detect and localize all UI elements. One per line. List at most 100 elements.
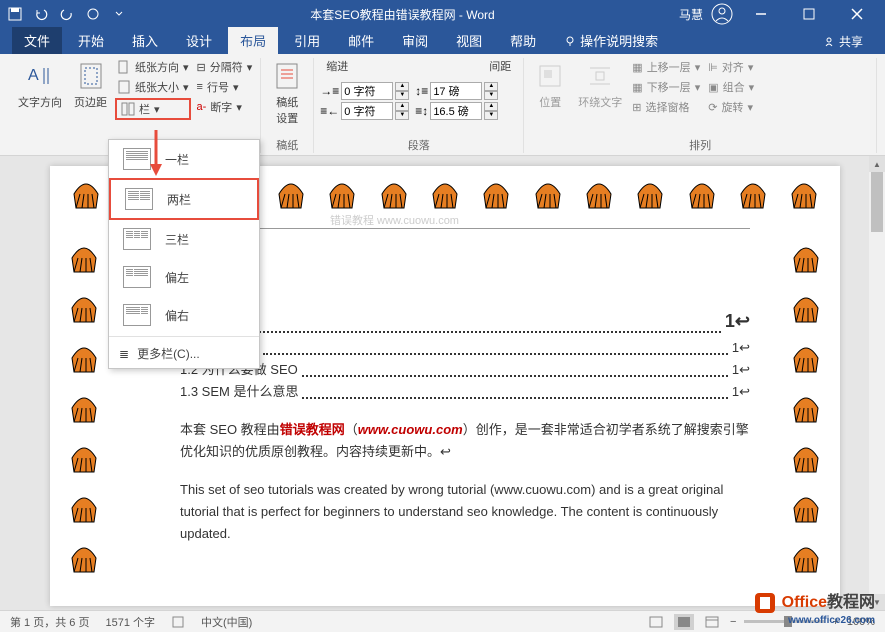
space-before-input[interactable] — [430, 82, 482, 100]
user-avatar[interactable] — [711, 3, 733, 25]
tab-review[interactable]: 审阅 — [390, 27, 440, 54]
paragraph-1: 本套 SEO 教程由错误教程网（www.cuowu.com）创作，是一套非常适合… — [180, 419, 750, 463]
spell-check-icon[interactable] — [171, 615, 185, 629]
align-icon: ⊫ — [708, 61, 718, 74]
tab-insert[interactable]: 插入 — [120, 27, 170, 54]
indent-right[interactable]: ≡← ▲▼ — [320, 102, 409, 120]
space-before[interactable]: ↕≡▲▼ — [415, 82, 498, 100]
toc-item: 1.2 为什么要做 SEO1↩ — [180, 359, 750, 381]
columns-two[interactable]: 两栏 — [109, 178, 259, 220]
close-button[interactable] — [837, 0, 877, 28]
wrap-icon — [584, 60, 616, 92]
space-after[interactable]: ≡↕▲▼ — [415, 102, 498, 120]
page-indicator[interactable]: 第 1 页，共 6 页 — [10, 614, 89, 630]
columns-three[interactable]: 三栏 — [109, 220, 259, 258]
undo-icon[interactable] — [34, 7, 48, 21]
toc-item: 1.3 SEM 是什么意思1↩ — [180, 381, 750, 403]
watermark-logo: Office教程网 www.office26.com — [753, 588, 875, 626]
indent-right-input[interactable] — [341, 102, 393, 120]
muffin-icon — [374, 172, 414, 212]
maximize-button[interactable] — [789, 0, 829, 28]
manuscript-icon — [271, 60, 303, 92]
language-indicator[interactable]: 中文(中国) — [201, 614, 252, 630]
rotate-button: ⟳旋转 ▾ — [706, 98, 756, 116]
spin-up[interactable]: ▲ — [484, 102, 498, 111]
breaks-button[interactable]: ⊟分隔符 ▾ — [195, 58, 255, 76]
scroll-thumb[interactable] — [871, 172, 883, 232]
tab-tellme[interactable]: 操作说明搜索 — [552, 27, 670, 54]
tab-file[interactable]: 文件 — [12, 27, 62, 54]
line-numbers-icon: ≡ — [197, 81, 203, 93]
indent-right-icon: ≡← — [320, 104, 339, 118]
tab-home[interactable]: 开始 — [66, 27, 116, 54]
qat-dropdown-icon[interactable] — [112, 7, 126, 21]
word-count[interactable]: 1571 个字 — [105, 614, 155, 630]
titlebar: 本套SEO教程由错误教程网 - Word 马慧 — [0, 0, 885, 28]
forward-icon: ▦ — [632, 61, 642, 74]
text-direction-button[interactable]: A 文字方向 — [14, 58, 66, 112]
scroll-up-button[interactable]: ▲ — [869, 156, 885, 172]
size-button[interactable]: 纸张大小 ▾ — [115, 78, 191, 96]
user-name[interactable]: 马慧 — [679, 6, 703, 23]
orientation-button[interactable]: 纸张方向 ▾ — [115, 58, 191, 76]
zoom-out-button[interactable]: − — [730, 616, 736, 628]
tab-layout[interactable]: 布局 — [228, 27, 278, 54]
columns-one[interactable]: 一栏 — [109, 140, 259, 178]
manuscript-button[interactable]: 稿纸 设置 — [267, 58, 307, 128]
touch-icon[interactable] — [86, 7, 100, 21]
tab-design[interactable]: 设计 — [174, 27, 224, 54]
save-icon[interactable] — [8, 7, 22, 21]
columns-button[interactable]: 栏 ▾ — [115, 98, 191, 120]
tab-help[interactable]: 帮助 — [498, 27, 548, 54]
indent-left-input[interactable] — [341, 82, 393, 100]
indent-left[interactable]: →≡▲▼ — [320, 82, 409, 100]
bring-forward-button: ▦上移一层 ▾ — [630, 58, 702, 76]
header-line — [180, 228, 750, 229]
muffin-icon — [579, 172, 619, 212]
print-layout-button[interactable] — [674, 614, 694, 630]
minimize-button[interactable] — [741, 0, 781, 28]
share-button[interactable]: 共享 — [813, 29, 873, 54]
selection-pane-button[interactable]: ⊞选择窗格 — [630, 98, 702, 116]
spin-up[interactable]: ▲ — [395, 82, 409, 91]
document-content[interactable]: EO 简介1↩ O 是什么意思1↩ 1.2 为什么要做 SEO1↩ 1.3 SE… — [180, 306, 750, 545]
spin-up[interactable]: ▲ — [484, 82, 498, 91]
group-manuscript: 稿纸 设置 稿纸 — [261, 58, 314, 153]
tab-references[interactable]: 引用 — [282, 27, 332, 54]
muffin-icon — [271, 172, 311, 212]
columns-more[interactable]: ≣ 更多栏(C)... — [109, 339, 259, 368]
columns-dropdown: 一栏 两栏 三栏 偏左 偏右 ≣ 更多栏(C)... — [108, 139, 260, 369]
border-right — [786, 236, 826, 576]
margins-button[interactable]: 页边距 — [70, 58, 111, 112]
hyphenation-button[interactable]: a-断字 ▾ — [195, 98, 255, 116]
muffin-icon — [784, 172, 824, 212]
columns-left[interactable]: 偏左 — [109, 258, 259, 296]
text-direction-icon: A — [24, 60, 56, 92]
muffin-icon — [682, 172, 722, 212]
position-button: 位置 — [530, 58, 570, 112]
header-watermark: 错误教程 www.cuowu.com — [330, 212, 459, 228]
tab-view[interactable]: 视图 — [444, 27, 494, 54]
read-mode-button[interactable] — [646, 614, 666, 630]
spin-down[interactable]: ▼ — [484, 111, 498, 120]
vertical-scrollbar[interactable]: ▲ ▼ — [869, 156, 885, 610]
spin-down[interactable]: ▼ — [395, 111, 409, 120]
columns-right[interactable]: 偏右 — [109, 296, 259, 334]
group-paragraph: 缩进 间距 →≡▲▼ ≡←▲▼ ↕≡▲▼ ≡↕▲▼ 段落 — [314, 58, 524, 153]
muffin-icon — [630, 172, 670, 212]
columns-icon — [121, 102, 135, 116]
indent-header: 缩进 — [326, 58, 348, 74]
line-numbers-button[interactable]: ≡行号 ▾ — [195, 78, 255, 96]
svg-text:A: A — [28, 67, 39, 84]
space-after-input[interactable] — [430, 102, 482, 120]
share-icon — [823, 36, 835, 48]
spin-down[interactable]: ▼ — [484, 91, 498, 100]
spacing-header: 间距 — [489, 58, 511, 74]
wrap-button: 环绕文字 — [574, 58, 626, 112]
spin-up[interactable]: ▲ — [395, 102, 409, 111]
web-layout-button[interactable] — [702, 614, 722, 630]
redo-icon[interactable] — [60, 7, 74, 21]
spin-down[interactable]: ▼ — [395, 91, 409, 100]
tab-mailings[interactable]: 邮件 — [336, 27, 386, 54]
breaks-icon: ⊟ — [197, 61, 206, 74]
